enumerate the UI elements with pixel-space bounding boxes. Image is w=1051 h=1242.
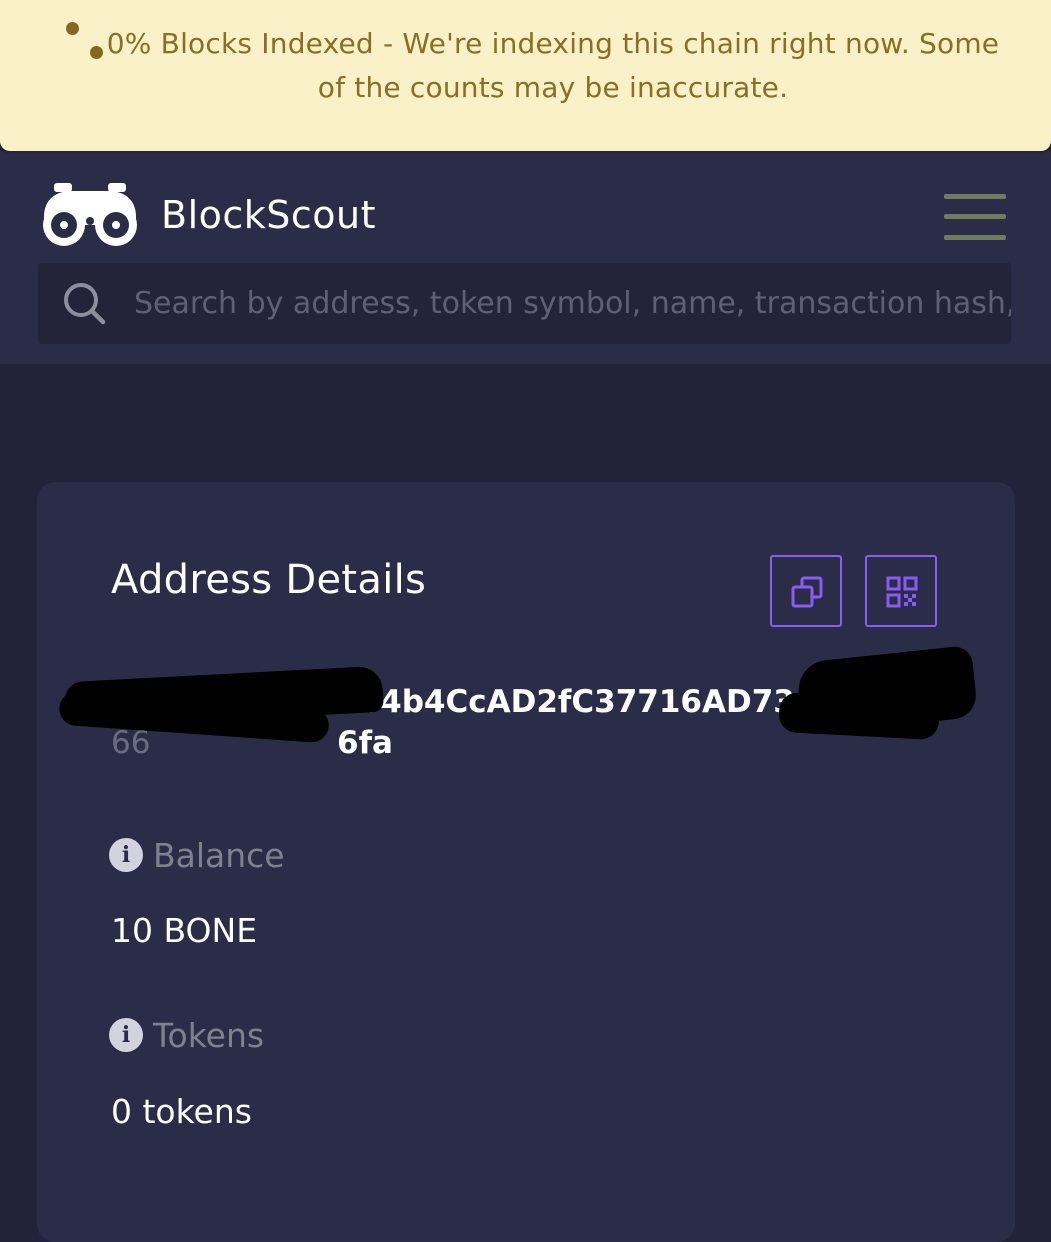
hamburger-menu-icon[interactable]: [944, 191, 1006, 243]
info-icon[interactable]: i: [109, 1018, 143, 1052]
search-input[interactable]: [134, 263, 1011, 344]
search-bar: [38, 263, 1011, 344]
banner-message: 0% Blocks Indexed - We're indexing this …: [106, 27, 1000, 104]
redaction-mark-right-tail: [778, 691, 940, 741]
address-hash[interactable]: 764b4CcAD2fC37716AD736fa 66: [37, 482, 1015, 782]
info-icon[interactable]: i: [109, 838, 143, 872]
search-icon: [64, 283, 106, 325]
site-header: BlockScout: [0, 151, 1051, 364]
address-details-card: Address Details 764b4CcAD2fC37716AD736fa…: [37, 482, 1015, 1242]
brand-name[interactable]: BlockScout: [161, 193, 376, 237]
balance-value: 10 BONE: [111, 911, 258, 950]
indexing-banner: 0% Blocks Indexed - We're indexing this …: [0, 0, 1051, 151]
tokens-value[interactable]: 0 tokens: [111, 1092, 252, 1131]
binoculars-icon[interactable]: [38, 177, 142, 253]
